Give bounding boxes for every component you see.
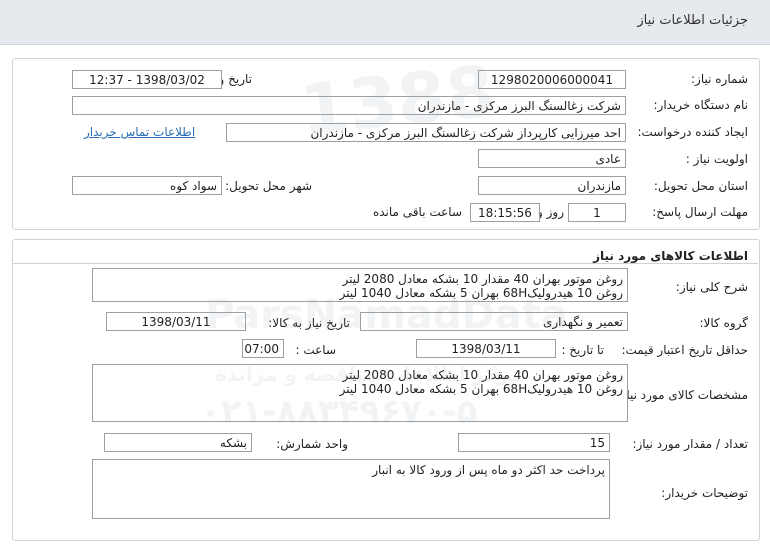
deadline-label: مهلت ارسال پاسخ:: [652, 205, 748, 219]
goods-section-title: اطلاعات کالاهای مورد نیاز: [593, 249, 748, 263]
buyer-notes-field: پرداخت حد اکثر دو ماه پس از ورود کالا به…: [92, 459, 610, 519]
goods-spec-label: مشخصات کالای مورد نیاز:: [616, 388, 748, 402]
delivery-province-field: مازندران: [478, 176, 626, 195]
need-number-label: شماره نیاز:: [691, 72, 748, 86]
page-header: جزئیات اطلاعات نیاز: [0, 0, 770, 45]
deadline-remaining-label: ساعت باقی مانده: [372, 205, 462, 219]
validity-date-field: 1398/03/11: [416, 339, 556, 358]
priority-label: اولویت نیاز :: [685, 152, 748, 166]
buyer-contact-link[interactable]: اطلاعات تماس خریدار: [84, 125, 195, 139]
delivery-province-label: استان محل تحویل:: [653, 179, 748, 193]
validity-time-label: ساعت :: [295, 343, 336, 357]
watermark-phone: ۰۲۱-۸۸۳۴۹۶۷۰-۵: [200, 392, 478, 432]
delivery-city-field: سواد کوه: [72, 176, 222, 195]
validity-time-field: 07:00: [242, 339, 284, 358]
deadline-days-unit: روز و: [537, 205, 564, 219]
announce-date-field: 1398/03/02 - 12:37: [72, 70, 222, 89]
page-title: جزئیات اطلاعات نیاز: [637, 13, 748, 28]
validity-to-date-label: تا تاریخ :: [561, 343, 604, 357]
summary-label: شرح کلی نیاز:: [675, 280, 748, 294]
goods-section-divider: [12, 263, 758, 264]
buyer-notes-label: توضیحات خریدار:: [661, 486, 748, 500]
watermark-subtitle: مرکز اطلاعات مناقصه و مزایده: [215, 362, 522, 386]
deadline-time-field: 18:15:56: [470, 203, 540, 222]
goods-group-label: گروه کالا:: [699, 316, 749, 330]
buyer-name-label: نام دستگاه خریدار:: [653, 98, 749, 112]
unit-field: بشکه: [104, 433, 252, 452]
priority-field: عادی: [478, 149, 626, 168]
unit-label: واحد شمارش:: [276, 437, 348, 451]
quantity-field: 15: [458, 433, 610, 452]
quantity-label: تعداد / مقدار مورد نیاز:: [632, 437, 748, 451]
summary-line-1: روغن موتور بهران 40 مقدار 10 بشکه معادل …: [342, 272, 623, 286]
delivery-city-label: شهر محل تحویل:: [225, 179, 312, 193]
watermark-brand: ParsNamadData: [205, 292, 568, 338]
price-validity-label: حداقل تاریخ اعتبار قیمت:: [621, 343, 748, 357]
request-creator-label: ایجاد کننده درخواست:: [637, 125, 748, 139]
need-number-field: 1298020006000041: [478, 70, 626, 89]
deadline-days-field: 1: [568, 203, 626, 222]
